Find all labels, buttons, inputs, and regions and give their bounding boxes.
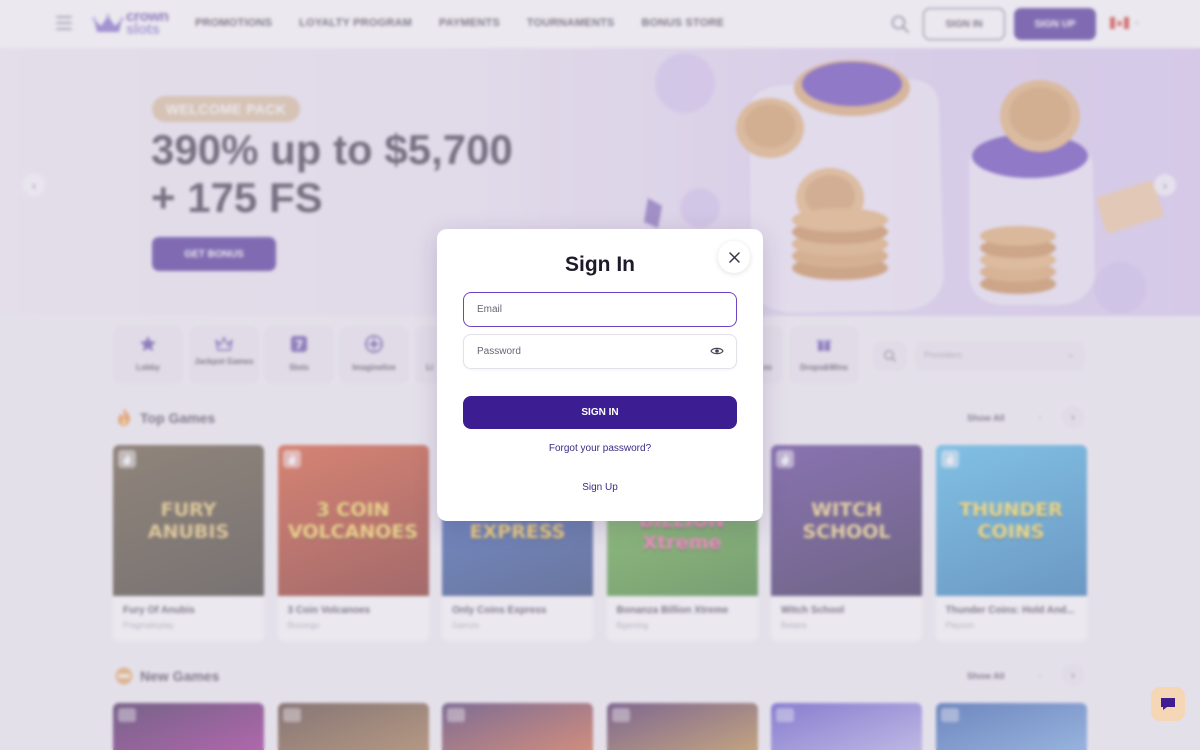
sign-in-submit-button[interactable]: SIGN IN [463,396,737,429]
support-chat-button[interactable] [1151,687,1185,721]
sign-up-link[interactable]: Sign Up [437,482,763,493]
password-field[interactable] [463,334,737,369]
show-password-eye-icon[interactable] [710,346,724,356]
chat-icon [1161,698,1175,710]
modal-title: Sign In [565,253,635,276]
forgot-password-link[interactable]: Forgot your password? [437,443,763,454]
sign-in-modal: Sign In SIGN IN Forgot your password? Si… [437,229,763,521]
casino-page: crown slots PROMOTIONS LOYALTY PROGRAM P… [0,0,1200,750]
email-field[interactable] [463,292,737,327]
